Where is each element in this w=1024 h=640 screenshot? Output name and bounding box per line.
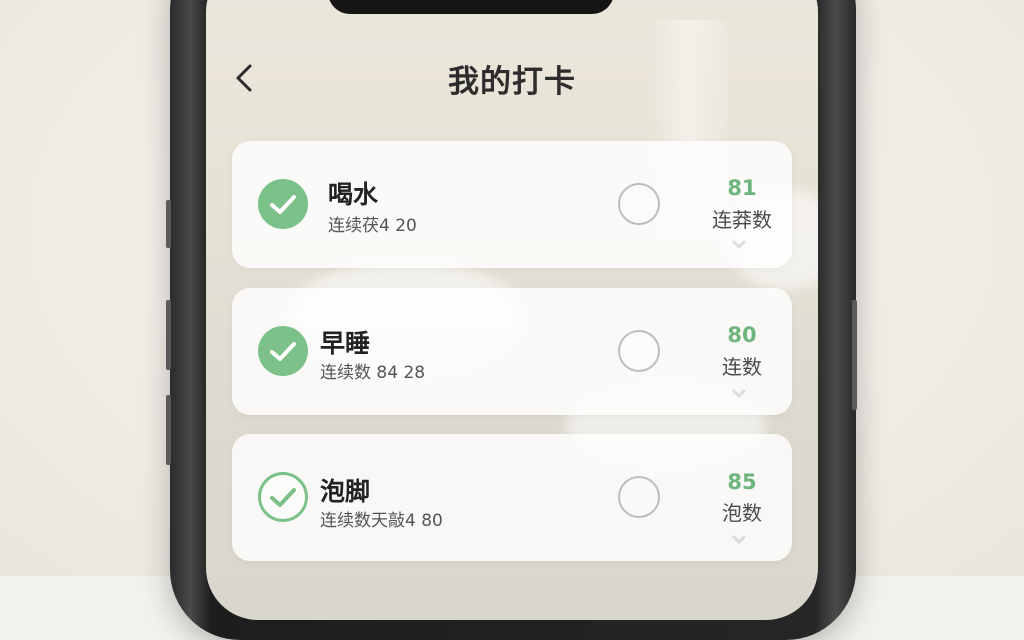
streak-label: 泡数 [722, 501, 762, 525]
checkin-toggle[interactable] [618, 330, 660, 372]
chevron-left-icon [236, 64, 252, 92]
streak-count: 81 [727, 176, 757, 200]
phone-side-button [852, 300, 857, 410]
streak-label: 连莽数 [712, 208, 772, 232]
checkin-toggle[interactable] [618, 476, 660, 518]
chevron-down-icon [731, 534, 747, 545]
habit-card-water[interactable]: 喝水 连续茯4 20 81 连莽数 [232, 141, 792, 268]
phone-notch [328, 0, 614, 14]
check-circle-icon[interactable] [258, 472, 308, 522]
phone-side-button [166, 200, 171, 248]
checkin-toggle[interactable] [618, 183, 660, 225]
phone-side-button [166, 300, 171, 370]
habit-subtitle: 连续数 84 28 [320, 363, 426, 383]
page-title: 我的打卡 [448, 64, 576, 100]
habit-subtitle: 连续数天敲4 80 [320, 511, 443, 531]
habit-subtitle: 连续茯4 20 [328, 216, 417, 236]
chevron-down-icon [731, 239, 747, 250]
streak-count: 85 [727, 470, 757, 494]
chevron-down-icon [731, 388, 747, 399]
habit-card-early-sleep[interactable]: 早睡 连续数 84 28 80 连数 [232, 288, 792, 415]
streak-count: 80 [727, 323, 757, 347]
phone-side-button [166, 395, 171, 465]
check-circle-icon[interactable] [258, 326, 308, 376]
streak-label: 连数 [722, 355, 762, 379]
habit-name: 喝水 [328, 180, 379, 209]
habit-card-foot-soak[interactable]: 泡脚 连续数天敲4 80 85 泡数 [232, 434, 792, 561]
habit-name: 泡脚 [320, 477, 371, 506]
check-circle-icon[interactable] [258, 179, 308, 229]
habit-name: 早睡 [320, 329, 371, 358]
back-button[interactable] [228, 58, 264, 98]
